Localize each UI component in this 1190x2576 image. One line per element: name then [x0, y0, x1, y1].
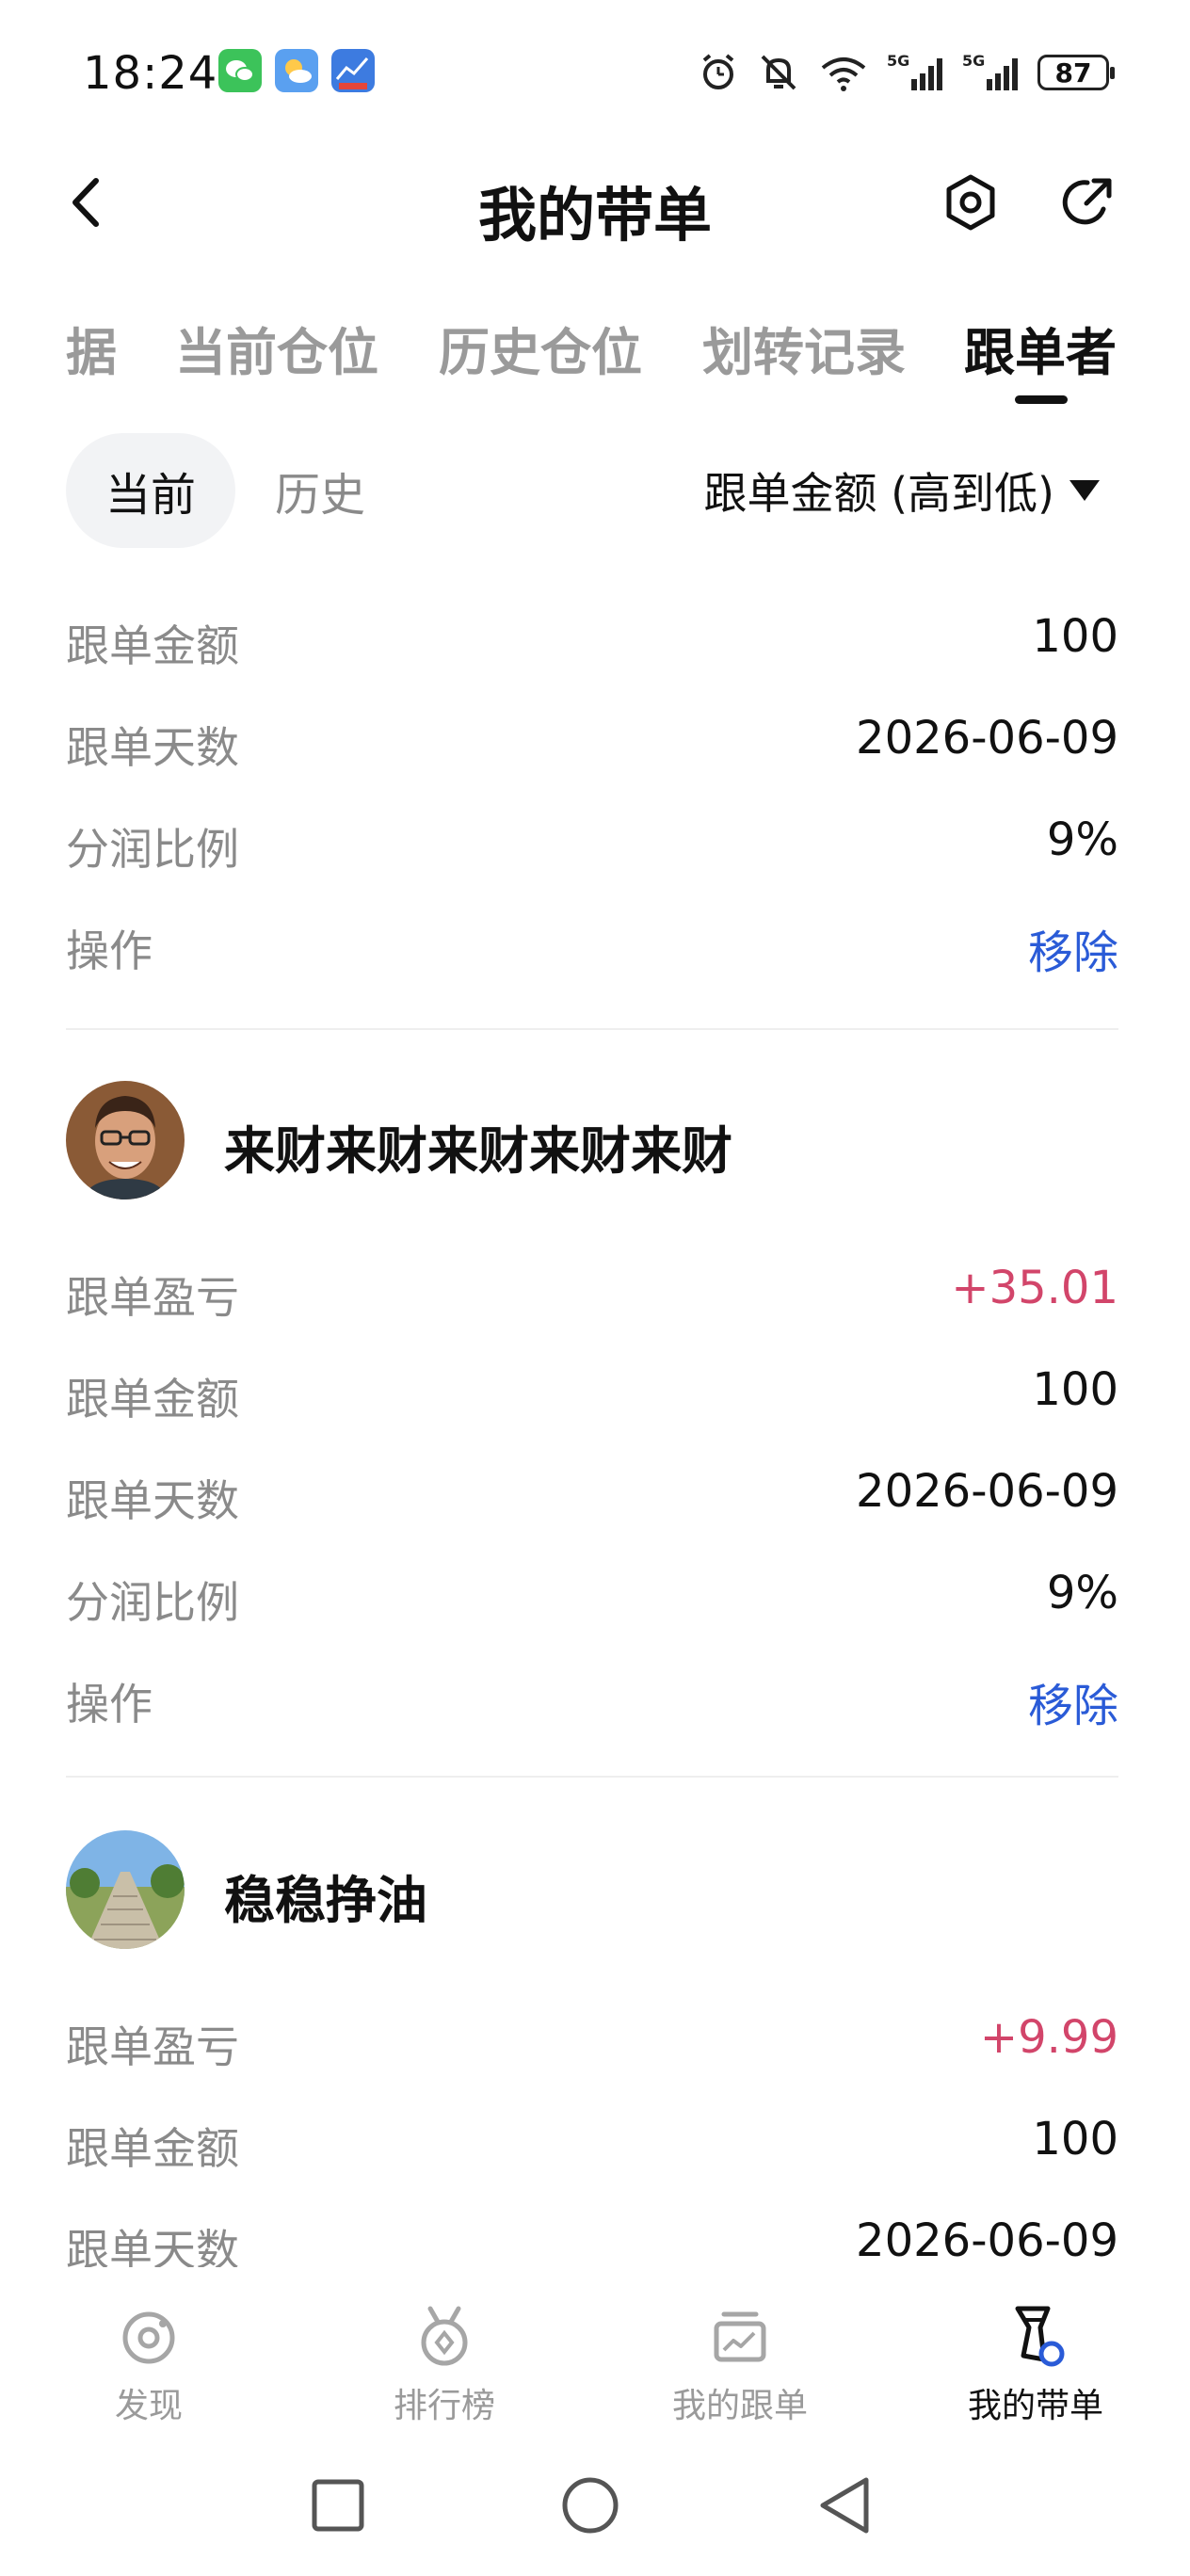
row-value: 100	[1032, 2113, 1118, 2165]
discover-icon	[122, 2311, 175, 2364]
my-lead-icon	[1015, 2306, 1065, 2367]
back-nav-icon[interactable]	[812, 2472, 877, 2538]
row-label: 跟单金额	[66, 1374, 239, 1425]
row-label: 跟单金额	[66, 2123, 239, 2174]
detail-row: 分润比例 9%	[66, 795, 1118, 889]
bottom-nav: 发现 排行榜 我的跟单 我的带单	[0, 2267, 1190, 2427]
sort-dropdown[interactable]: 跟单金额 (高到低)	[703, 459, 1100, 522]
header: 我的带单	[0, 141, 1190, 264]
detail-row: 操作 移除	[66, 896, 1118, 990]
status-indicators: 5G 5G 87	[697, 49, 1115, 96]
remove-button[interactable]: 移除	[1028, 915, 1118, 981]
mute-icon	[761, 55, 796, 90]
avatar[interactable]	[66, 1081, 185, 1199]
detail-row: 跟单金额 100	[66, 1344, 1118, 1439]
svg-text:5G: 5G	[887, 52, 909, 70]
nav-my-lead[interactable]: 我的带单	[932, 2303, 1139, 2427]
row-value: 2026-06-09	[856, 1465, 1118, 1518]
nav-label: 排行榜	[393, 2387, 495, 2425]
battery-level: 87	[1054, 56, 1092, 89]
row-value: +35.01	[951, 1262, 1118, 1314]
row-label: 操作	[66, 926, 153, 976]
recent-apps-icon[interactable]	[305, 2472, 371, 2538]
row-label: 跟单天数	[66, 1475, 239, 1526]
follower-name: 稳稳挣油	[224, 1871, 427, 1930]
tab-data[interactable]: 据	[66, 311, 117, 385]
nav-label: 我的带单	[967, 2387, 1103, 2425]
settings-icon	[946, 174, 995, 231]
detail-row: 跟单盈亏 +35.01	[66, 1243, 1118, 1337]
detail-row: 跟单天数 2026-06-09	[66, 693, 1118, 787]
row-value: 2026-06-09	[856, 2214, 1118, 2267]
caret-down-icon	[1069, 480, 1100, 501]
detail-row: 跟单盈亏 +9.99	[66, 1992, 1118, 2086]
alarm-icon	[702, 54, 734, 89]
tab-bar: 据 当前仓位 历史仓位 划转记录 跟单者	[0, 282, 1190, 414]
follower-name: 来财来财来财来财来财	[224, 1121, 732, 1181]
nav-label: 发现	[114, 2387, 183, 2425]
detail-row: 跟单金额 100	[66, 2094, 1118, 2188]
ranking-icon	[421, 2306, 468, 2366]
filter-history[interactable]: 历史	[245, 433, 395, 548]
row-value: 9%	[1046, 813, 1118, 866]
divider	[66, 1028, 1118, 1030]
detail-row: 分润比例 9%	[66, 1548, 1118, 1642]
status-time: 18:24	[83, 47, 218, 100]
signal-5g-icon: 5G	[887, 52, 942, 90]
app-icon	[331, 49, 375, 92]
wifi-icon	[821, 57, 866, 91]
system-nav	[0, 2427, 1190, 2576]
home-icon[interactable]	[557, 2472, 623, 2538]
row-label: 分润比例	[66, 824, 239, 875]
filter-current[interactable]: 当前	[66, 433, 235, 548]
follower-header: 稳稳挣油	[66, 1830, 1118, 1953]
signal-5g-icon: 5G	[962, 52, 1018, 90]
row-label: 操作	[66, 1679, 153, 1730]
svg-text:5G: 5G	[962, 52, 985, 70]
avatar[interactable]	[66, 1830, 185, 1949]
row-value: 2026-06-09	[856, 712, 1118, 765]
settings-button[interactable]	[938, 169, 1004, 235]
row-value: 9%	[1046, 1567, 1118, 1619]
weather-icon	[275, 49, 318, 92]
follower-header: 来财来财来财来财来财	[66, 1081, 1118, 1203]
row-value: +9.99	[979, 2011, 1118, 2064]
row-value: 100	[1032, 610, 1118, 663]
nav-ranking[interactable]: 排行榜	[341, 2303, 548, 2427]
row-value: 100	[1032, 1363, 1118, 1416]
detail-row: 跟单天数 2026-06-09	[66, 1446, 1118, 1540]
tab-followers[interactable]: 跟单者	[964, 311, 1117, 385]
row-label: 跟单天数	[66, 722, 239, 773]
divider	[66, 1776, 1118, 1778]
sort-label: 跟单金额 (高到低)	[703, 468, 1054, 519]
row-label: 跟单盈亏	[66, 1272, 239, 1323]
detail-row: 跟单金额 100	[66, 591, 1118, 685]
row-label: 跟单盈亏	[66, 2021, 239, 2072]
battery-icon: 87	[1037, 55, 1115, 90]
tab-transfer-records[interactable]: 划转记录	[702, 311, 906, 385]
tab-current-positions[interactable]: 当前仓位	[175, 311, 378, 385]
page-title: 我的带单	[477, 181, 712, 250]
share-icon	[1062, 178, 1112, 225]
my-copy-icon	[714, 2311, 766, 2362]
nav-discover[interactable]: 发现	[45, 2303, 252, 2427]
detail-row: 操作 移除	[66, 1650, 1118, 1744]
wechat-icon	[218, 49, 262, 92]
status-bar: 18:24 5G 5G 87	[0, 0, 1190, 141]
nav-label: 我的跟单	[671, 2387, 808, 2425]
nav-my-copy[interactable]: 我的跟单	[636, 2303, 844, 2427]
remove-button[interactable]: 移除	[1028, 1668, 1118, 1734]
row-label: 跟单金额	[66, 620, 239, 671]
tab-active-indicator	[1015, 395, 1068, 404]
row-label: 分润比例	[66, 1577, 239, 1628]
share-button[interactable]	[1054, 169, 1120, 235]
tab-history-positions[interactable]: 历史仓位	[439, 311, 642, 385]
